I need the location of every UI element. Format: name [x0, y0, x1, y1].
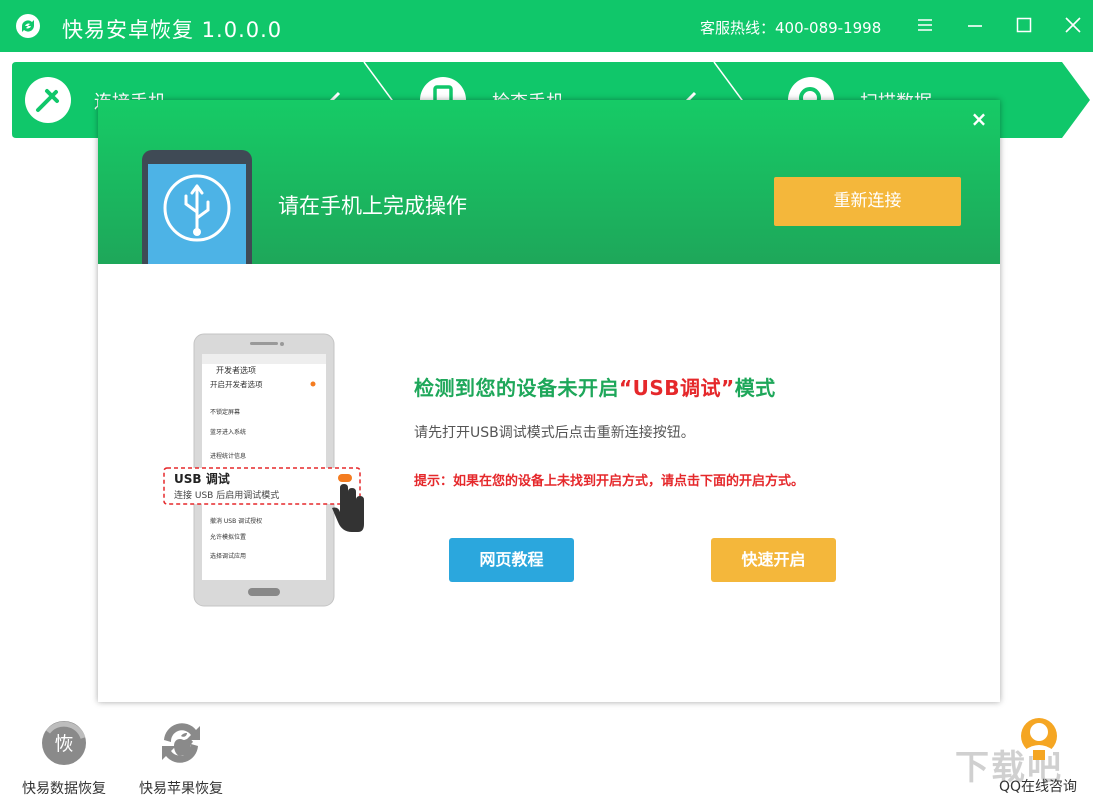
qq-consult-shortcut[interactable]: QQ在线咨询	[990, 716, 1090, 800]
screen-row-a: 不锁定屏幕	[210, 408, 240, 416]
usb-phone-icon	[142, 150, 252, 264]
dialog-tip: 提示：如果在您的设备上未找到开启方式，请点击下面的开启方式。	[414, 474, 805, 489]
web-tutorial-button[interactable]: 网页教程	[449, 538, 574, 582]
title-prefix: 检测到您的设备未开启	[414, 376, 619, 400]
close-icon[interactable]	[1062, 14, 1084, 36]
data-recovery-label: 快易数据恢复	[22, 781, 106, 797]
screen-row-b: 蓝牙进入系统	[210, 428, 246, 436]
usb-debug-illustration: 开发者选项 开启开发者选项 不锁定屏幕 蓝牙进入系统 进程统计信息 撤消 USB…	[163, 333, 364, 607]
screen-row-d: 撤消 USB 调试授权	[210, 517, 262, 525]
dialog-close-icon[interactable]: ×	[968, 108, 990, 130]
maximize-icon[interactable]	[1013, 14, 1035, 36]
header-instruction: 请在手机上完成操作	[278, 194, 467, 218]
screen-row-f: 选择调试应用	[210, 552, 246, 560]
app-title: 快易安卓恢复 1.0.0.0	[62, 18, 283, 42]
quick-enable-button[interactable]: 快速开启	[711, 538, 836, 582]
dialog-title: 检测到您的设备未开启“USB调试”模式	[414, 372, 776, 401]
recovery-badge: 恢	[54, 733, 73, 755]
apple-recovery-icon	[162, 723, 200, 763]
qq-consult-label: QQ在线咨询	[998, 779, 1078, 795]
usb-debug-dialog: × 请在手机上完成操作 重新连接 开发者选项 开启开发者选项 不锁定屏幕 蓝牙进	[98, 100, 1000, 702]
screen-row-e: 允许模拟位置	[210, 533, 246, 541]
apple-recovery-label: 快易苹果恢复	[139, 781, 223, 797]
app-window: 快易安卓恢复 1.0.0.0 客服热线：400-089-1998 连接手机 检	[0, 0, 1093, 800]
screen-header: 开发者选项	[216, 365, 256, 375]
title-highlight: “USB调试”	[619, 376, 735, 400]
dialog-description: 请先打开USB调试模式后点击重新连接按钮。	[414, 425, 695, 441]
data-recovery-shortcut[interactable]: 恢 快易数据恢复	[14, 716, 114, 800]
dialog-header: × 请在手机上完成操作 重新连接	[98, 100, 1000, 264]
customer-service-icon	[1021, 718, 1057, 760]
reconnect-button[interactable]: 重新连接	[774, 177, 961, 226]
minimize-icon[interactable]	[964, 14, 986, 36]
title-bar: 快易安卓恢复 1.0.0.0 客服热线：400-089-1998	[0, 0, 1093, 52]
apple-recovery-shortcut[interactable]: 快易苹果恢复	[131, 716, 231, 800]
menu-icon[interactable]	[914, 14, 936, 36]
screen-row1: 开启开发者选项	[210, 379, 263, 389]
data-recovery-icon: 恢	[42, 721, 86, 765]
app-logo-icon	[16, 14, 40, 38]
plug-icon	[25, 77, 71, 123]
popup-subtitle: 连接 USB 后启用调试模式	[174, 489, 279, 501]
title-suffix: 模式	[734, 376, 776, 400]
popup-title: USB 调试	[174, 471, 230, 486]
service-hotline: 客服热线：400-089-1998	[700, 19, 882, 37]
screen-row-c: 进程统计信息	[210, 452, 246, 460]
